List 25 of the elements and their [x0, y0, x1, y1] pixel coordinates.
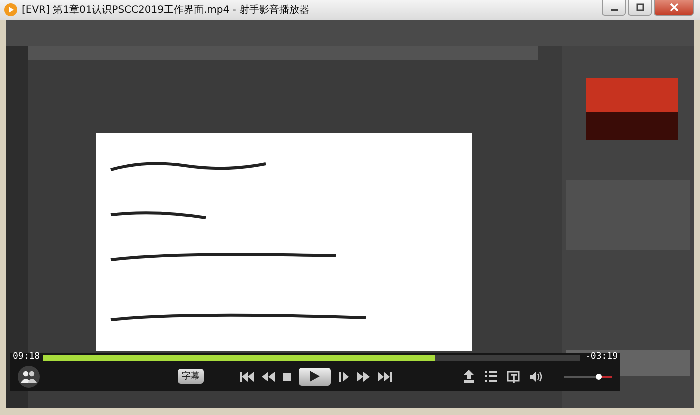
- screen-icon[interactable]: [507, 370, 520, 382]
- users-icon: [21, 370, 37, 384]
- play-icon: [310, 371, 320, 382]
- remaining-time: -03:19: [585, 353, 618, 362]
- window-title: [EVR] 第1章01认识PSCC2019工作界面.mp4 - 射手影音播放器: [22, 4, 311, 17]
- fast-forward-icon[interactable]: [357, 372, 370, 382]
- skip-forward-icon[interactable]: [378, 372, 392, 382]
- volume-icon[interactable]: [530, 372, 542, 382]
- close-icon: [670, 3, 678, 12]
- users-button[interactable]: [18, 366, 40, 388]
- app-logo-icon: [4, 3, 18, 17]
- seek-bar[interactable]: [43, 354, 580, 360]
- subtitle-button[interactable]: 字幕: [178, 369, 204, 384]
- maximize-icon: [636, 3, 644, 12]
- playlist-icon[interactable]: [485, 371, 497, 382]
- skip-back-icon[interactable]: [240, 372, 254, 382]
- step-forward-icon[interactable]: [339, 372, 349, 382]
- close-button[interactable]: [654, 0, 694, 16]
- rewind-icon[interactable]: [262, 372, 275, 382]
- play-button[interactable]: [299, 368, 331, 386]
- maximize-button[interactable]: [628, 0, 652, 16]
- stop-icon[interactable]: [283, 372, 291, 380]
- minimize-button[interactable]: [602, 0, 626, 16]
- open-file-icon[interactable]: [463, 370, 475, 383]
- volume-handle[interactable]: [596, 374, 602, 380]
